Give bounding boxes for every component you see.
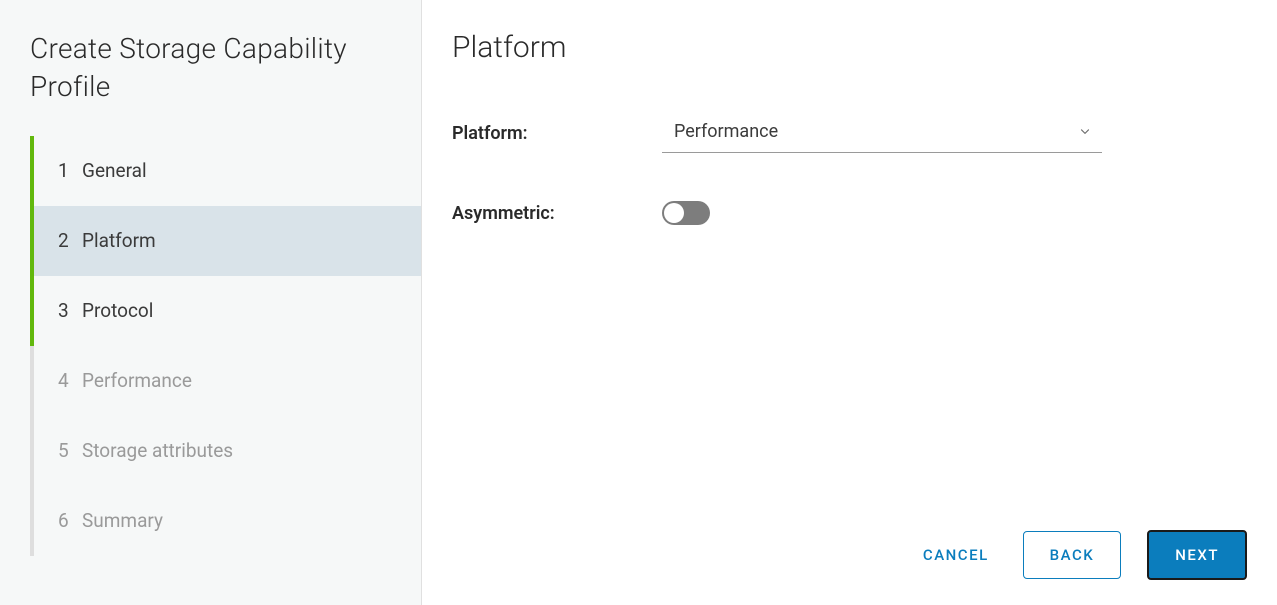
platform-select-value: Performance (662, 113, 1102, 153)
step-number: 5 (58, 439, 78, 462)
cancel-button[interactable]: CANCEL (915, 532, 997, 578)
step-label: Summary (82, 509, 163, 532)
step-label: Platform (82, 229, 156, 252)
wizard-step-general[interactable]: 1General (30, 136, 421, 206)
step-number: 2 (58, 229, 78, 252)
wizard-footer: CANCEL BACK NEXT (452, 530, 1247, 580)
step-label: Protocol (82, 299, 153, 322)
wizard-step-performance: 4Performance (30, 346, 421, 416)
step-number: 3 (58, 299, 78, 322)
step-label: Performance (82, 369, 192, 392)
platform-form: Platform: Performance Asymmetric: (452, 113, 1112, 225)
wizard-sidebar: Create Storage Capability Profile 1Gener… (0, 0, 422, 605)
toggle-knob (664, 203, 684, 223)
platform-select[interactable]: Performance (662, 113, 1102, 153)
asymmetric-toggle[interactable] (662, 201, 710, 225)
wizard-step-storage-attributes: 5Storage attributes (30, 416, 421, 486)
wizard-step-summary: 6Summary (30, 486, 421, 556)
next-button[interactable]: NEXT (1147, 530, 1247, 580)
step-number: 1 (58, 159, 78, 182)
platform-label: Platform: (452, 123, 662, 144)
step-label: Storage attributes (82, 439, 233, 462)
asymmetric-label: Asymmetric: (452, 203, 662, 224)
wizard-step-platform[interactable]: 2Platform (30, 206, 421, 276)
step-number: 4 (58, 369, 78, 392)
step-label: General (82, 159, 147, 182)
wizard-title: Create Storage Capability Profile (30, 30, 421, 106)
wizard-main: Platform Platform: Performance Asymmetri… (422, 0, 1277, 605)
wizard-steps: 1General2Platform3Protocol4Performance5S… (30, 136, 421, 556)
page-title: Platform (452, 30, 1247, 65)
step-number: 6 (58, 509, 78, 532)
wizard-step-protocol[interactable]: 3Protocol (30, 276, 421, 346)
back-button[interactable]: BACK (1023, 531, 1122, 579)
